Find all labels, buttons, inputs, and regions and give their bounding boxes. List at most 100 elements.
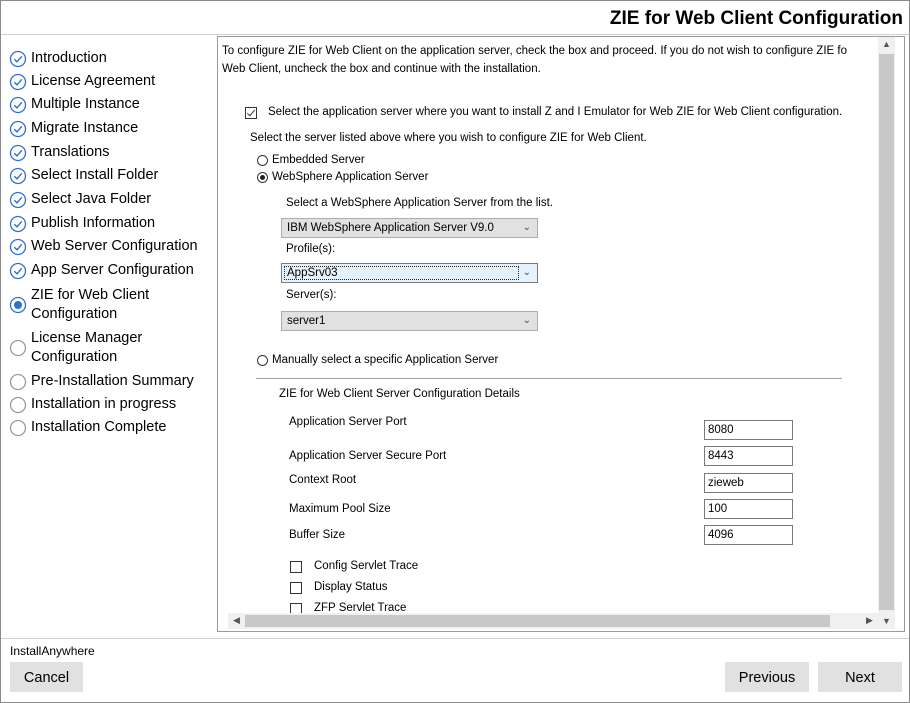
step-select-java-folder: Select Java Folder [9, 190, 151, 209]
installanywhere-label: InstallAnywhere [10, 644, 95, 658]
context-root-input[interactable]: zieweb [704, 473, 793, 493]
server-select[interactable]: server1 ⌄ [281, 311, 538, 331]
option-label: Config Servlet Trace [314, 560, 419, 572]
step-select-install-folder: Select Install Folder [9, 166, 158, 185]
profiles-label: Profile(s): [286, 243, 336, 255]
step-label-multiline: ZIE for Web Client Configuration [31, 286, 210, 324]
step-translations: Translations [9, 143, 109, 162]
step-label-multiline: License Manager Configuration [31, 329, 210, 367]
step-installation-in-progress: Installation in progress [9, 395, 176, 414]
step-label-line1: ZIE for Web Client [31, 287, 150, 303]
step-label: Select Java Folder [31, 191, 152, 207]
display-status-checkbox[interactable] [290, 582, 302, 594]
step-label: Web Server Configuration [31, 238, 198, 254]
websphere-version-value: IBM WebSphere Application Server V9.0 [287, 222, 494, 234]
step-label: Select Install Folder [31, 167, 159, 183]
page-title: ZIE for Web Client Configuration [609, 8, 903, 29]
app-server-secure-port-input[interactable]: 8443 [704, 446, 793, 466]
check-circle-icon [9, 96, 27, 114]
step-label: Pre-Installation Summary [31, 373, 194, 389]
scroll-down-icon[interactable]: ▼ [878, 616, 895, 626]
scroll-up-icon[interactable]: ▲ [878, 39, 895, 49]
step-label: Publish Information [31, 215, 156, 231]
step-label-line2: Configuration [31, 349, 118, 365]
step-label: Multiple Instance [31, 96, 140, 112]
manual-server-label: Manually select a specific Application S… [272, 354, 499, 366]
check-circle-icon [9, 215, 27, 233]
option-label: Display Status [314, 581, 388, 593]
pending-circle-icon [9, 396, 27, 414]
websphere-server-radio[interactable] [257, 172, 268, 183]
websphere-version-select[interactable]: IBM WebSphere Application Server V9.0 ⌄ [281, 218, 538, 238]
step-label: Installation in progress [31, 396, 177, 412]
header: ZIE for Web Client Configuration [1, 1, 909, 35]
footer-divider [1, 638, 909, 639]
section-divider [256, 378, 842, 379]
buffer-size-input[interactable]: 4096 [704, 525, 793, 545]
manual-server-radio[interactable] [257, 355, 268, 366]
step-label: Installation Complete [31, 419, 167, 435]
step-label: License Agreement [31, 73, 156, 89]
chevron-down-icon: ⌄ [522, 267, 531, 278]
embedded-server-radio[interactable] [257, 155, 268, 166]
server-prompt: Select the server listed above where you… [250, 132, 647, 144]
intro-text-line1: To configure ZIE for Web Client on the a… [222, 45, 847, 57]
install-app-server-checkbox[interactable] [245, 107, 257, 119]
field-label: Maximum Pool Size [289, 503, 391, 515]
step-migrate-instance: Migrate Instance [9, 119, 138, 138]
step-publish-information: Publish Information [9, 214, 155, 233]
step-web-server-configuration: Web Server Configuration [9, 237, 198, 256]
field-label: Buffer Size [289, 529, 346, 541]
field-label: Application Server Secure Port [289, 450, 447, 462]
step-label-line1: License Manager [31, 330, 143, 346]
current-step-radio-icon [9, 296, 27, 314]
max-pool-size-input[interactable]: 100 [704, 499, 793, 519]
step-label: Migrate Instance [31, 120, 139, 136]
check-circle-icon [9, 50, 27, 68]
app-server-port-input[interactable]: 8080 [704, 420, 793, 440]
step-license-manager-configuration: License Manager Configuration [9, 329, 210, 367]
websphere-server-label: WebSphere Application Server [272, 171, 429, 183]
profile-select[interactable]: AppSrv03 ⌄ [281, 263, 538, 283]
previous-button[interactable]: Previous [725, 662, 809, 692]
install-app-server-label: Select the application server where you … [268, 106, 843, 118]
horizontal-scroll-thumb[interactable] [245, 615, 830, 627]
horizontal-scrollbar[interactable]: ◀ ▶ [228, 613, 878, 629]
step-label-line2: Configuration [31, 306, 118, 322]
was-prompt: Select a WebSphere Application Server fr… [286, 197, 553, 209]
step-installation-complete: Installation Complete [9, 418, 166, 437]
check-circle-icon [9, 144, 27, 162]
check-circle-icon [9, 167, 27, 185]
installer-window: ZIE for Web Client Configuration Introdu… [0, 0, 910, 703]
intro-text-line2: Web Client, uncheck the box and continue… [222, 63, 541, 75]
step-label: App Server Configuration [31, 262, 194, 278]
steps-sidebar: Introduction License Agreement Multiple … [1, 34, 210, 634]
content-panel: To configure ZIE for Web Client on the a… [217, 36, 905, 632]
scroll-right-icon[interactable]: ▶ [861, 615, 878, 626]
check-circle-icon [9, 191, 27, 209]
pending-circle-icon [9, 339, 27, 357]
details-heading: ZIE for Web Client Server Configuration … [279, 388, 520, 400]
check-circle-icon [9, 262, 27, 280]
field-label: Context Root [289, 474, 357, 486]
next-button[interactable]: Next [818, 662, 902, 692]
vertical-scrollbar[interactable]: ▲ ▼ [878, 37, 895, 629]
vertical-scroll-thumb[interactable] [879, 54, 894, 610]
pending-circle-icon [9, 419, 27, 437]
step-label: Translations [31, 144, 110, 160]
scroll-left-icon[interactable]: ◀ [228, 615, 245, 626]
cancel-button[interactable]: Cancel [10, 662, 83, 692]
chevron-down-icon: ⌄ [522, 315, 531, 326]
pending-circle-icon [9, 373, 27, 391]
check-circle-icon [9, 73, 27, 91]
chevron-down-icon: ⌄ [522, 222, 531, 233]
step-multiple-instance: Multiple Instance [9, 95, 140, 114]
step-pre-installation-summary: Pre-Installation Summary [9, 372, 194, 391]
step-zie-web-client-configuration: ZIE for Web Client Configuration [9, 286, 210, 324]
embedded-server-label: Embedded Server [272, 154, 365, 166]
config-servlet-trace-checkbox[interactable] [290, 561, 302, 573]
servers-label: Server(s): [286, 289, 337, 301]
step-introduction: Introduction [9, 49, 107, 68]
check-circle-icon [9, 238, 27, 256]
step-app-server-configuration: App Server Configuration [9, 261, 194, 280]
